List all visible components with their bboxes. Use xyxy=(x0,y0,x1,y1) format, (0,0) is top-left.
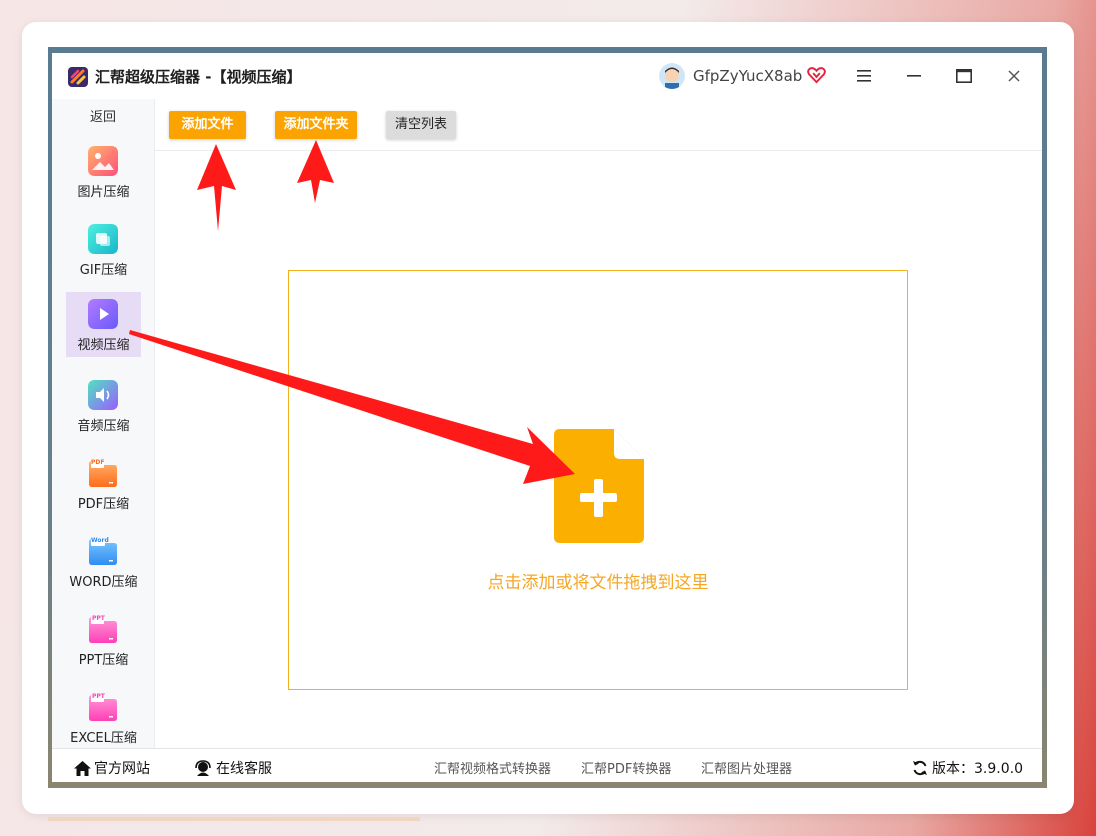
sidebar-item-label: 图片压缩 xyxy=(77,185,130,200)
sidebar: 返回 图片压缩 GIF压缩 视频压缩 音频压缩 PDF PDF压缩 Word W… xyxy=(52,99,155,748)
sidebar-item-audio-compress[interactable]: 音频压缩 xyxy=(66,373,141,438)
sidebar-item-label: 视频压缩 xyxy=(77,338,130,353)
window-title: 汇帮超级压缩器 -【视频压缩】 xyxy=(95,68,302,86)
online-support-link[interactable]: 在线客服 xyxy=(194,758,272,778)
sidebar-item-label: 音频压缩 xyxy=(77,419,130,434)
version-info[interactable]: 版本：3.9.0.0 xyxy=(912,758,1023,778)
sidebar-item-label: GIF压缩 xyxy=(79,263,128,278)
maximize-icon xyxy=(956,69,972,83)
pdf-converter-link[interactable]: 汇帮PDF转换器 xyxy=(581,758,671,777)
close-icon xyxy=(1008,70,1020,82)
image-icon xyxy=(88,146,118,176)
official-website-link[interactable]: 官方网站 xyxy=(74,758,150,778)
word-badge: Word xyxy=(91,537,109,544)
file-drop-zone[interactable]: 点击添加或将文件拖拽到这里 xyxy=(288,270,908,690)
minimize-icon xyxy=(907,75,921,77)
username[interactable]: GfpZyYucX8ab xyxy=(693,67,802,85)
back-button[interactable]: 返回 xyxy=(52,106,154,125)
audio-speaker-icon xyxy=(88,380,118,410)
sidebar-item-word-compress[interactable]: Word WORD压缩 xyxy=(66,529,141,594)
decorative-underline xyxy=(48,817,420,821)
close-button[interactable] xyxy=(998,61,1030,91)
official-website-label: 官方网站 xyxy=(94,761,150,777)
title-bar: 汇帮超级压缩器 -【视频压缩】 GfpZyYucX8ab xyxy=(52,53,1042,99)
online-support-label: 在线客服 xyxy=(216,761,272,777)
sidebar-item-gif-compress[interactable]: GIF压缩 xyxy=(66,217,141,282)
sidebar-item-label: PPT压缩 xyxy=(78,653,129,668)
toolbar: 添加文件 添加文件夹 清空列表 xyxy=(154,99,1042,151)
sidebar-item-excel-compress[interactable]: PPT EXCEL压缩 xyxy=(66,685,141,750)
home-icon xyxy=(74,760,91,776)
video-converter-link[interactable]: 汇帮视频格式转换器 xyxy=(434,758,551,777)
refresh-update-icon xyxy=(913,760,927,776)
sidebar-item-label: EXCEL压缩 xyxy=(70,731,137,746)
gif-icon xyxy=(88,224,118,254)
sidebar-item-pdf-compress[interactable]: PDF PDF压缩 xyxy=(66,451,141,516)
add-file-button[interactable]: 添加文件 xyxy=(169,111,246,139)
excel-badge: PPT xyxy=(92,693,105,700)
avatar-icon xyxy=(659,63,685,89)
sidebar-item-label: PDF压缩 xyxy=(77,497,130,512)
vip-heart-icon[interactable] xyxy=(807,66,826,85)
image-processor-link[interactable]: 汇帮图片处理器 xyxy=(701,758,792,777)
sidebar-item-label: WORD压缩 xyxy=(69,575,138,590)
ppt-badge: PPT xyxy=(92,615,105,622)
add-file-icon xyxy=(554,429,644,543)
video-play-icon xyxy=(88,299,118,329)
app-logo-icon xyxy=(68,67,88,87)
drop-zone-hint: 点击添加或将文件拖拽到这里 xyxy=(487,573,709,593)
sidebar-item-video-compress[interactable]: 视频压缩 xyxy=(66,292,141,357)
maximize-button[interactable] xyxy=(948,61,980,91)
add-folder-button[interactable]: 添加文件夹 xyxy=(275,111,357,139)
version-label: 版本：3.9.0.0 xyxy=(932,761,1023,777)
clear-list-button[interactable]: 清空列表 xyxy=(386,111,456,139)
pdf-badge: PDF xyxy=(91,459,105,466)
headset-support-icon xyxy=(195,760,211,776)
app-window: 汇帮超级压缩器 -【视频压缩】 GfpZyYucX8ab 返回 图片压缩 GIF… xyxy=(52,53,1042,782)
minimize-button[interactable] xyxy=(898,61,930,91)
sidebar-item-ppt-compress[interactable]: PPT PPT压缩 xyxy=(66,607,141,672)
sidebar-item-image-compress[interactable]: 图片压缩 xyxy=(66,139,141,204)
hamburger-icon xyxy=(857,70,871,82)
footer-bar: 官方网站 在线客服 汇帮视频格式转换器 汇帮PDF转换器 汇帮图片处理器 版本：… xyxy=(52,748,1042,782)
user-avatar[interactable] xyxy=(659,63,685,89)
menu-button[interactable] xyxy=(848,61,880,91)
